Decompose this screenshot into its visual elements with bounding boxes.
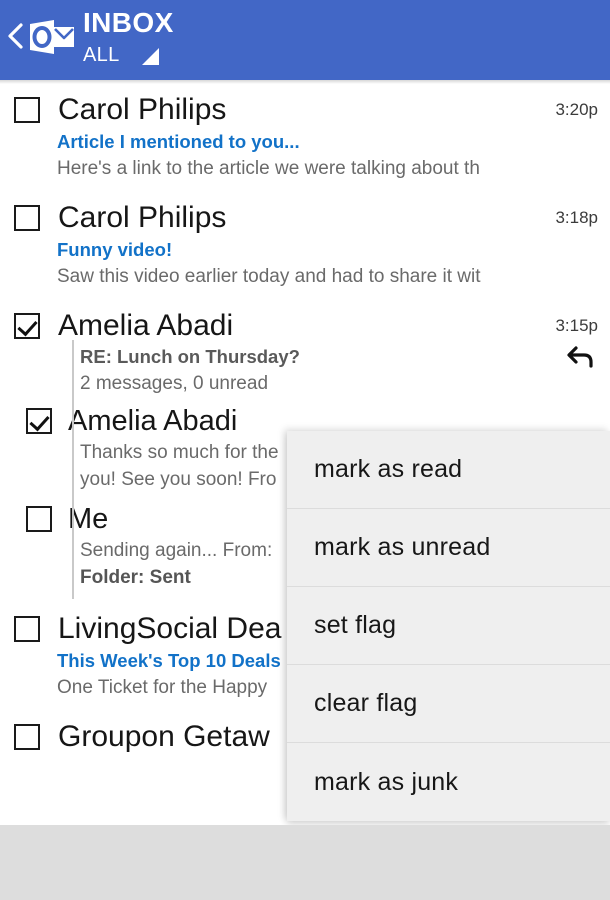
select-checkbox[interactable]	[14, 724, 40, 750]
message-sender: Carol Philips	[58, 92, 547, 128]
outlook-logo-icon	[28, 20, 76, 54]
select-checkbox[interactable]	[14, 616, 40, 642]
context-menu[interactable]: mark as read mark as unread set flag cle…	[287, 431, 610, 821]
message-header-row: Carol Philips 3:18p	[0, 200, 610, 236]
menu-item-mark-as-read[interactable]: mark as read	[287, 431, 610, 509]
message-sender: Carol Philips	[58, 200, 547, 236]
select-checkbox[interactable]	[14, 205, 40, 231]
back-chevron-icon[interactable]	[6, 22, 26, 50]
app-header: INBOX ALL	[0, 0, 610, 80]
menu-item-clear-flag[interactable]: clear flag	[287, 665, 610, 743]
dropdown-triangle-icon	[142, 48, 159, 65]
message-subject: Funny video!	[57, 237, 600, 263]
inbox-filter-selector[interactable]: ALL	[83, 42, 233, 68]
header-title-block: INBOX ALL	[83, 6, 483, 68]
select-checkbox[interactable]	[26, 408, 52, 434]
message-subject: Article I mentioned to you...	[57, 129, 600, 155]
select-checkbox[interactable]	[14, 97, 40, 123]
message-body: Funny video! Saw this video earlier toda…	[0, 237, 610, 290]
thread-count: 2 messages, 0 unread	[80, 370, 600, 397]
thread-subject: RE: Lunch on Thursday?	[80, 344, 600, 370]
menu-item-mark-as-unread[interactable]: mark as unread	[287, 509, 610, 587]
page-title: INBOX	[83, 6, 483, 40]
menu-item-set-flag[interactable]: set flag	[287, 587, 610, 665]
select-checkbox[interactable]	[14, 313, 40, 339]
message-time: 3:15p	[555, 316, 598, 336]
message-sender: Amelia Abadi	[58, 308, 547, 344]
message-list-item[interactable]: Carol Philips 3:20p Article I mentioned …	[0, 84, 610, 192]
menu-item-mark-as-junk[interactable]: mark as junk	[287, 743, 610, 821]
message-header-row: Carol Philips 3:20p	[0, 92, 610, 128]
message-list-item[interactable]: Carol Philips 3:18p Funny video! Saw thi…	[0, 192, 610, 300]
message-preview: Saw this video earlier today and had to …	[57, 263, 600, 290]
message-header-row: Amelia Abadi 3:15p	[0, 308, 610, 344]
thread-header[interactable]: Amelia Abadi 3:15p RE: Lunch on Thursday…	[0, 308, 610, 397]
message-preview: Here's a link to the article we were tal…	[57, 155, 600, 182]
thread-meta: RE: Lunch on Thursday? 2 messages, 0 unr…	[0, 344, 610, 397]
inbox-filter-label: ALL	[83, 42, 120, 68]
message-time: 3:20p	[555, 100, 598, 120]
message-body: Article I mentioned to you... Here's a l…	[0, 129, 610, 182]
message-time: 3:18p	[555, 208, 598, 228]
bottom-toolbar	[0, 825, 610, 900]
reply-arrow-icon[interactable]	[566, 344, 596, 370]
select-checkbox[interactable]	[26, 506, 52, 532]
